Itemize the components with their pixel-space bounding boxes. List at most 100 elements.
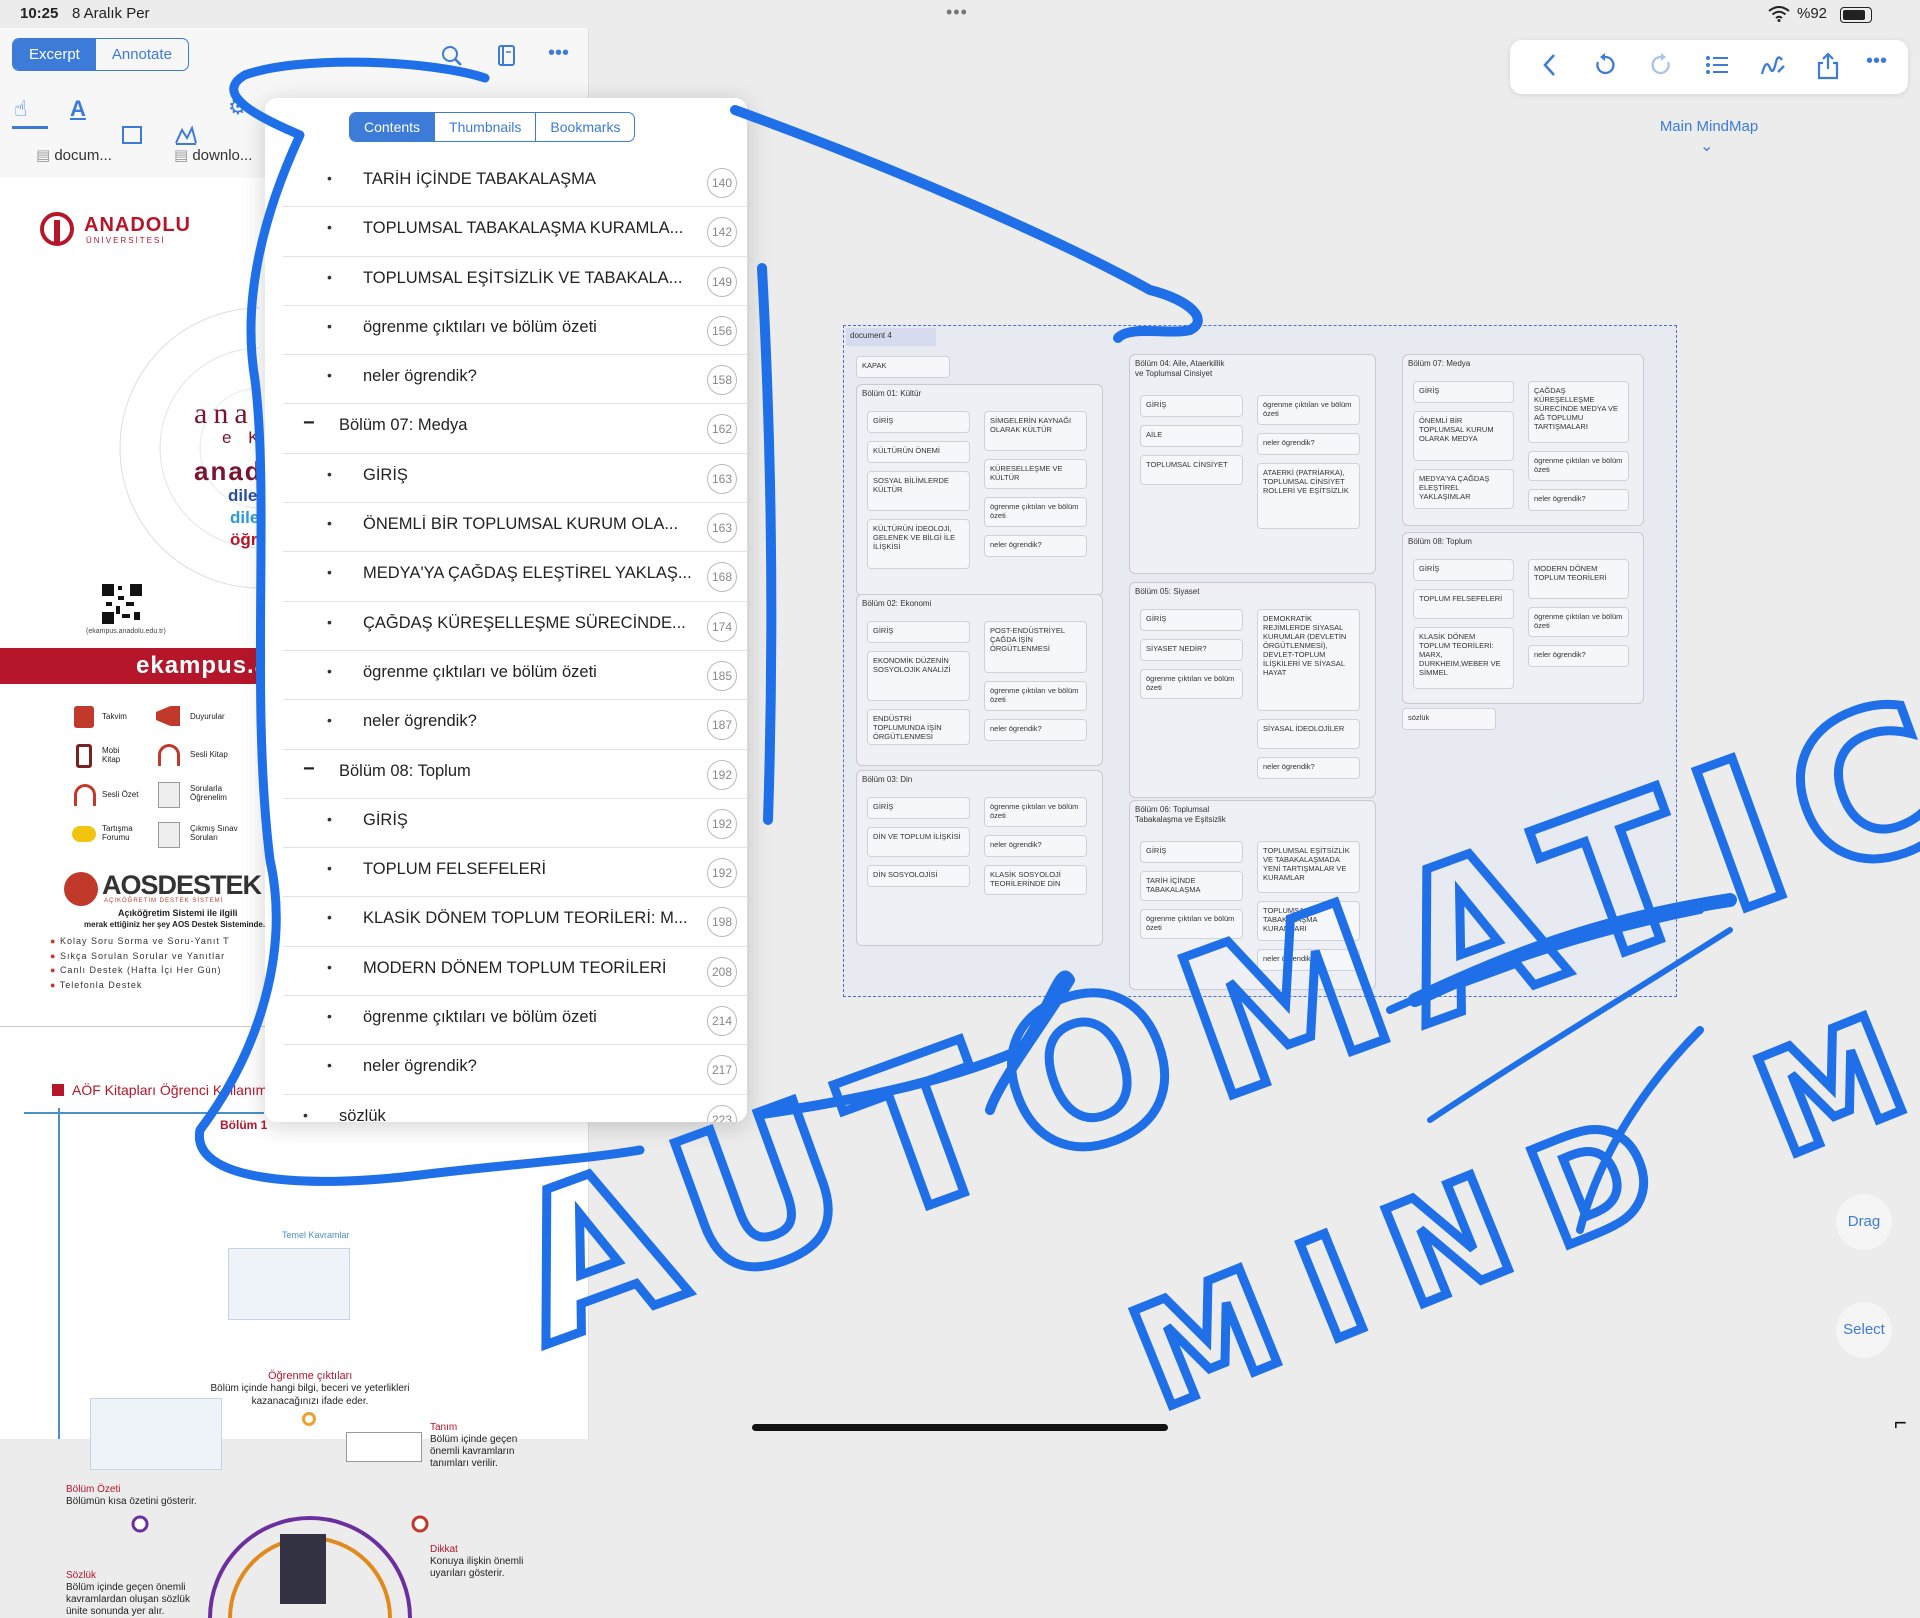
mindmap-node[interactable]: GİRİŞ bbox=[1140, 609, 1243, 631]
redo-icon[interactable] bbox=[1648, 52, 1674, 78]
toc-item[interactable]: • ÇAĞDAŞ KÜREŞELLEŞME SÜRECİNDE... 174 bbox=[283, 602, 747, 651]
toc-item[interactable]: • neler ögrendik? 187 bbox=[283, 700, 747, 750]
mindmap-node[interactable]: neler ögrendik? bbox=[984, 835, 1087, 857]
home-indicator[interactable] bbox=[752, 1424, 1168, 1431]
back-icon[interactable] bbox=[1540, 52, 1560, 78]
mindmap-node[interactable]: AİLE bbox=[1140, 425, 1243, 447]
mindmap-node[interactable]: EKONOMİK DÜZENİN SOSYOLOJİK ANALİZİ bbox=[867, 651, 970, 701]
toc-item[interactable]: • MEDYA'YA ÇAĞDAŞ ELEŞTİREL YAKLAŞ... 168 bbox=[283, 552, 747, 602]
mindmap-node[interactable]: GİRİŞ bbox=[867, 411, 970, 433]
collapse-icon[interactable]: − bbox=[303, 758, 315, 781]
mindmap-node[interactable]: KÜRESELLEŞME VE KÜLTÜR bbox=[984, 459, 1087, 489]
mindmap-node[interactable]: neler ögrendik? bbox=[1257, 433, 1360, 455]
mindmap-group[interactable]: Bölüm 02: Ekonomi GİRİŞ POST-ENDÜSTRİYEL Ç… bbox=[856, 594, 1103, 766]
mindmap-node[interactable]: KÜLTÜRÜN İDEOLOJİ, GELENEK VE BİLGİ İLE … bbox=[867, 519, 970, 569]
text-highlight-icon[interactable]: A bbox=[70, 96, 86, 122]
toc-item[interactable]: • ögrenme çıktıları ve bölüm özeti 185 bbox=[283, 651, 747, 701]
more-icon[interactable]: ••• bbox=[548, 42, 569, 65]
toc-item[interactable]: • ögrenme çıktıları ve bölüm özeti 214 bbox=[283, 996, 747, 1046]
toc-item[interactable]: • GİRİŞ 163 bbox=[283, 454, 747, 504]
mindmap-group[interactable]: Bölüm 06: Toplumsal Tabakalaşma ve Eşits… bbox=[1129, 800, 1376, 990]
hand-pointer-icon[interactable]: ☝ bbox=[14, 96, 27, 122]
toc-item[interactable]: • sözlük 223 bbox=[283, 1095, 747, 1122]
mindmap-group[interactable]: Bölüm 01: Kültür GİRİŞ SİMGELERİN KAYNAĞI … bbox=[856, 384, 1103, 596]
search-icon[interactable] bbox=[440, 44, 464, 68]
drag-button[interactable]: Drag bbox=[1836, 1194, 1892, 1250]
more-icon[interactable]: ••• bbox=[1866, 50, 1887, 73]
multitask-dots-icon[interactable]: ••• bbox=[946, 2, 968, 23]
tab-contents[interactable]: Contents bbox=[350, 113, 435, 141]
mindmap-node[interactable]: TOPLUMSAL CİNSİYET bbox=[1140, 455, 1243, 485]
toc-book-icon[interactable] bbox=[496, 44, 518, 68]
excerpt-mode-button[interactable]: Excerpt bbox=[13, 39, 96, 70]
toc-item[interactable]: • ÖNEMLİ BİR TOPLUMSAL KURUM OLA... 163 bbox=[283, 503, 747, 553]
mindmap-node-kapak[interactable]: KAPAK bbox=[856, 356, 950, 378]
mindmap-node[interactable]: SİYASAL İDEOLOJİLER bbox=[1257, 719, 1360, 749]
pen-scribble-icon[interactable] bbox=[1760, 52, 1786, 78]
mindmap-node[interactable]: TOPLUM FELSEFELERİ bbox=[1413, 589, 1514, 619]
mindmap-node[interactable]: ENDÜSTRİ TOPLUMUNDA İŞİN ÖRGÜTLENMESİ bbox=[867, 709, 970, 745]
mindmap-group[interactable]: Bölüm 07: Medya GİRİŞ ÇAĞDAŞ KÜREŞELLEŞME … bbox=[1402, 354, 1644, 526]
collapse-icon[interactable]: − bbox=[303, 412, 315, 435]
mindmap-node[interactable]: ögrenme çıktıları ve bölüm özeti bbox=[1528, 451, 1629, 481]
share-icon[interactable] bbox=[1816, 52, 1840, 80]
mindmap-node[interactable]: ÇAĞDAŞ KÜREŞELLEŞME SÜRECİNDE MEDYA VE A… bbox=[1528, 381, 1629, 443]
mindmap-node[interactable]: MODERN DÖNEM TOPLUM TEORİLERİ bbox=[1528, 559, 1629, 599]
mindmap-node[interactable]: ögrenme çıktıları ve bölüm özeti bbox=[984, 797, 1087, 827]
mindmap-node[interactable]: TOPLUMSAL EŞİTSİZLİK VE TABAKALAŞMADA YE… bbox=[1257, 841, 1360, 893]
mindmap-node[interactable]: KÜLTÜRÜN ÖNEMİ bbox=[867, 441, 970, 463]
mindmap-group[interactable]: Bölüm 05: Siyaset GİRİŞ DEMOKRATİK REJİMLE… bbox=[1129, 582, 1376, 798]
mindmap-node[interactable]: SİMGELERİN KAYNAĞI OLARAK KÜLTÜR bbox=[984, 411, 1087, 451]
mindmap-node[interactable]: ögrenme çıktıları ve bölüm özeti bbox=[1140, 909, 1243, 939]
mindmap-node[interactable]: GİRİŞ bbox=[867, 621, 970, 643]
doc-tab-2[interactable]: ▤ downlo... bbox=[174, 146, 252, 164]
mindmap-node[interactable]: ögrenme çıktıları ve bölüm özeti bbox=[984, 497, 1087, 527]
mindmap-node[interactable]: KLASİK SOSYOLOJİ TEORİLERİNDE DİN bbox=[984, 865, 1087, 895]
mindmap-node[interactable]: TARİH İÇİNDE TABAKALAŞMA bbox=[1140, 871, 1243, 901]
mindmap-node[interactable]: GİRİŞ bbox=[1413, 559, 1514, 581]
toc-item[interactable]: • MODERN DÖNEM TOPLUM TEORİLERİ 208 bbox=[283, 947, 747, 997]
toc-item[interactable]: − Bölüm 08: Toplum 192 bbox=[283, 750, 747, 799]
settings-icon[interactable]: ⚙ bbox=[228, 94, 248, 120]
mindmap-title[interactable]: Main MindMap bbox=[1630, 118, 1788, 135]
mindmap-node[interactable]: ÖNEMLİ BİR TOPLUMSAL KURUM OLARAK MEDYA bbox=[1413, 411, 1514, 461]
mindmap-node[interactable]: DİN VE TOPLUM İLİŞKİSİ bbox=[867, 827, 970, 857]
mindmap-node[interactable]: ögrenme çıktıları ve bölüm özeti bbox=[1257, 395, 1360, 425]
undo-icon[interactable] bbox=[1592, 52, 1618, 78]
tab-bookmarks[interactable]: Bookmarks bbox=[535, 113, 634, 141]
resize-handle-icon[interactable]: ⌐ bbox=[1894, 1410, 1907, 1436]
mindmap-node[interactable]: KLASİK DÖNEM TOPLUM TEORİLERİ: MARX, DUR… bbox=[1413, 627, 1514, 689]
mindmap-node[interactable]: MEDYA'YA ÇAĞDAŞ ELEŞTİREL YAKLAŞIMLAR bbox=[1413, 469, 1514, 509]
mindmap-node[interactable]: ögrenme çıktıları ve bölüm özeti bbox=[1140, 669, 1243, 699]
mindmap-root-node[interactable]: document 4 bbox=[846, 328, 936, 346]
mindmap-node[interactable]: neler ögrendik? bbox=[1528, 645, 1629, 667]
annotate-mode-button[interactable]: Annotate bbox=[96, 39, 188, 70]
mindmap-node[interactable]: DEMOKRATİK REJİMLERDE SİYASAL KURUMLAR (… bbox=[1257, 609, 1360, 711]
mindmap-node[interactable]: neler ögrendik? bbox=[1528, 489, 1629, 511]
mindmap-node[interactable]: neler ögrendik? bbox=[1257, 949, 1360, 971]
mindmap-node[interactable]: neler ögrendik? bbox=[984, 719, 1087, 741]
toc-item[interactable]: • TOPLUMSAL TABAKALAŞMA KURAMLA... 142 bbox=[283, 207, 747, 257]
toc-item[interactable]: • ögrenme çıktıları ve bölüm özeti 156 bbox=[283, 306, 747, 356]
tab-thumbnails[interactable]: Thumbnails bbox=[434, 113, 535, 141]
doc-tab-1[interactable]: ▤ docum... bbox=[36, 146, 112, 164]
toc-item[interactable]: • KLASİK DÖNEM TOPLUM TEORİLERİ: M... 198 bbox=[283, 897, 747, 947]
mindmap-node[interactable]: ögrenme çıktıları ve bölüm özeti bbox=[984, 681, 1087, 711]
toc-item[interactable]: • TOPLUMSAL EŞİTSİZLİK VE TABAKALA... 149 bbox=[283, 257, 747, 306]
mindmap-canvas[interactable]: document 4 KAPAK Bölüm 01: Kültür GİRİŞ Sİ… bbox=[843, 325, 1677, 997]
mindmap-node[interactable]: GİRİŞ bbox=[867, 797, 970, 819]
mindmap-node[interactable]: neler ögrendik? bbox=[1257, 757, 1360, 779]
outline-list-icon[interactable] bbox=[1704, 52, 1730, 78]
mindmap-node[interactable]: SİYASET NEDİR? bbox=[1140, 639, 1243, 661]
mindmap-node[interactable]: GİRİŞ bbox=[1140, 841, 1243, 863]
toc-item[interactable]: − Bölüm 07: Medya 162 bbox=[283, 404, 747, 454]
mindmap-node[interactable]: ögrenme çıktıları ve bölüm özeti bbox=[1528, 607, 1629, 637]
mindmap-node[interactable]: SOSYAL BİLİMLERDE KÜLTÜR bbox=[867, 471, 970, 511]
mindmap-node[interactable]: neler ögrendik? bbox=[984, 535, 1087, 557]
mindmap-node-sozluk[interactable]: sözlük bbox=[1402, 708, 1496, 730]
mindmap-group[interactable]: Bölüm 03: Din GİRİŞ ögrenme çıktıları ve b… bbox=[856, 770, 1103, 946]
mindmap-node[interactable]: POST-ENDÜSTRİYEL ÇAĞDA İŞİN ÖRGÜTLENMESİ bbox=[984, 621, 1087, 673]
mindmap-node[interactable]: ATAERKİ (PATRİARKA), TOPLUMSAL CİNSİYET … bbox=[1257, 463, 1360, 529]
mindmap-group[interactable]: Bölüm 08: Toplum GİRİŞ MODERN DÖNEM TOPLUM… bbox=[1402, 532, 1644, 704]
mindmap-group[interactable]: Bölüm 04: Aile, Ataerkillik ve Toplumsal… bbox=[1129, 354, 1376, 574]
